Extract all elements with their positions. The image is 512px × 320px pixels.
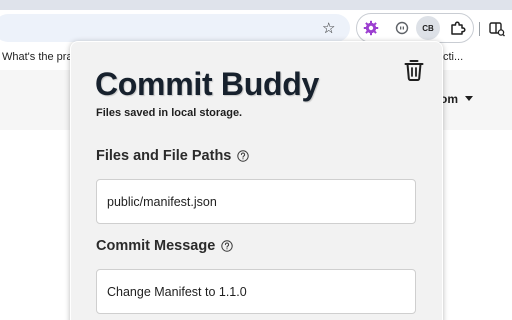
commit-section-label: Commit Message bbox=[96, 238, 233, 254]
files-path-input[interactable] bbox=[96, 179, 416, 224]
commit-label-text: Commit Message bbox=[96, 238, 216, 254]
help-circle-icon[interactable] bbox=[237, 150, 250, 162]
popup-subtitle: Files saved in local storage. bbox=[96, 107, 243, 119]
popup-title: Commit Buddy bbox=[95, 66, 319, 102]
puzzle-icon[interactable] bbox=[446, 16, 470, 40]
bookmark-star-icon[interactable]: ☆ bbox=[322, 19, 335, 37]
help-circle-icon[interactable] bbox=[221, 240, 233, 252]
trash-icon[interactable] bbox=[403, 58, 425, 82]
extensions-area: CB bbox=[356, 13, 474, 43]
toolbar-divider bbox=[479, 22, 480, 36]
address-bar[interactable] bbox=[0, 14, 350, 42]
bookmark-item-right[interactable]: cti... bbox=[443, 51, 463, 63]
files-section-label: Files and File Paths bbox=[96, 148, 250, 164]
commit-message-input[interactable] bbox=[96, 269, 416, 314]
extension-ring-icon[interactable] bbox=[390, 16, 414, 40]
tab-strip bbox=[0, 0, 512, 10]
extension-badge-text: CB bbox=[422, 23, 434, 33]
commit-buddy-extension-button[interactable]: CB bbox=[416, 16, 440, 40]
extension-gear-icon[interactable] bbox=[359, 16, 383, 40]
chevron-down-icon[interactable] bbox=[465, 96, 473, 101]
bookmark-item[interactable]: What's the prac bbox=[2, 51, 78, 63]
side-panel-icon[interactable] bbox=[488, 20, 506, 38]
files-label-text: Files and File Paths bbox=[96, 148, 232, 164]
